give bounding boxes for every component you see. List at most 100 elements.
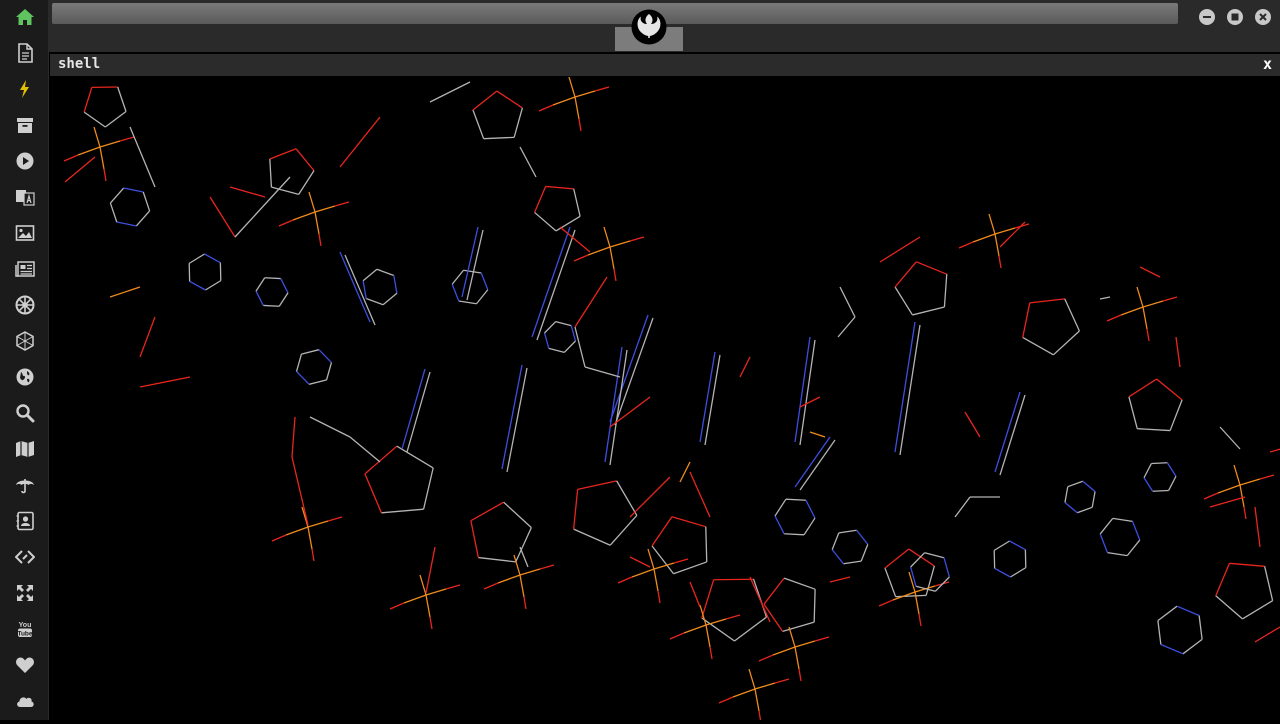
- bond-line: [726, 615, 740, 619]
- bond-line: [610, 241, 630, 247]
- bond-line: [484, 137, 515, 138]
- bond-line: [789, 627, 795, 647]
- bond-line: [556, 216, 580, 231]
- bond-line: [775, 679, 789, 683]
- code-icon[interactable]: [12, 544, 38, 570]
- bond-line: [315, 212, 319, 234]
- bond-line: [309, 192, 315, 212]
- play-icon[interactable]: [12, 148, 38, 174]
- bond-line: [764, 604, 783, 631]
- bond-line: [1242, 601, 1272, 619]
- bond-line: [1147, 329, 1149, 341]
- bond-line: [94, 127, 100, 147]
- search-icon[interactable]: [12, 400, 38, 426]
- globe-icon[interactable]: [12, 364, 38, 390]
- bond-line: [885, 568, 896, 597]
- contact-card-icon[interactable]: [12, 508, 38, 534]
- bond-line: [537, 230, 575, 340]
- expand-icon[interactable]: [12, 580, 38, 606]
- bond-line: [1113, 518, 1133, 521]
- bond-line: [916, 262, 946, 274]
- bond-line: [1270, 445, 1280, 452]
- bond-line: [995, 568, 1011, 577]
- bond-line: [545, 322, 556, 333]
- bond-line: [1127, 540, 1140, 556]
- document-icon[interactable]: [12, 40, 38, 66]
- bond-line: [595, 87, 609, 91]
- bond-line: [1137, 287, 1143, 307]
- minimize-icon[interactable]: [1199, 9, 1215, 25]
- lightning-icon[interactable]: [12, 76, 38, 102]
- bond-line: [143, 192, 149, 211]
- bond-line: [880, 237, 920, 262]
- bond-line: [830, 577, 850, 582]
- bond-line: [895, 287, 912, 315]
- bond-line: [272, 535, 286, 541]
- address-bar[interactable]: [52, 3, 1178, 24]
- newspaper-icon[interactable]: [12, 256, 38, 282]
- bond-line: [1170, 400, 1182, 431]
- bond-line: [120, 137, 134, 141]
- molecule-viewer[interactable]: [50, 77, 1280, 720]
- bond-line: [843, 561, 861, 564]
- bond-line: [293, 212, 315, 220]
- bond-line: [579, 119, 581, 131]
- youtube-icon[interactable]: YouTube: [12, 616, 38, 642]
- bond-line: [502, 365, 522, 469]
- bond-line: [1030, 299, 1065, 303]
- bond-line: [1216, 596, 1243, 619]
- empire-icon[interactable]: [12, 292, 38, 318]
- translate-icon[interactable]: [12, 184, 38, 210]
- bond-line: [944, 274, 946, 307]
- cloud-icon[interactable]: [12, 688, 38, 714]
- shell-close-button[interactable]: x: [1263, 55, 1272, 73]
- hexagon-icon[interactable]: [12, 328, 38, 354]
- bond-line: [104, 169, 106, 181]
- bond-line: [690, 472, 710, 517]
- bond-line: [190, 281, 206, 290]
- bond-line: [995, 228, 1015, 234]
- bond-line: [574, 255, 588, 261]
- bond-line: [734, 617, 766, 641]
- archive-icon[interactable]: [12, 112, 38, 138]
- bond-line: [759, 711, 761, 720]
- bond-line: [1023, 337, 1054, 354]
- bond-line: [935, 577, 949, 591]
- bond-line: [463, 270, 481, 273]
- umbrella-icon[interactable]: [12, 472, 38, 498]
- bond-line: [308, 527, 312, 549]
- home-icon[interactable]: [12, 4, 38, 30]
- bond-line: [520, 575, 524, 597]
- bond-line: [1100, 518, 1113, 534]
- bond-line: [1218, 485, 1240, 493]
- bond-line: [574, 529, 611, 545]
- bond-line: [588, 247, 610, 255]
- bond-line: [719, 697, 733, 703]
- bond-line: [814, 589, 815, 622]
- bond-line: [1000, 395, 1025, 475]
- image-icon[interactable]: [12, 220, 38, 246]
- maximize-icon[interactable]: [1227, 9, 1243, 25]
- bond-line: [64, 155, 78, 161]
- bond-line: [130, 127, 155, 187]
- bond-line: [670, 633, 684, 639]
- bond-line: [1158, 606, 1177, 620]
- bond-line: [256, 291, 263, 305]
- bond-line: [459, 301, 477, 304]
- bond-line: [210, 197, 235, 237]
- bond-line: [674, 562, 707, 574]
- heart-icon[interactable]: [12, 652, 38, 678]
- map-icon[interactable]: [12, 436, 38, 462]
- svg-text:You: You: [19, 622, 32, 629]
- bond-line: [672, 517, 706, 527]
- bond-line: [540, 565, 554, 569]
- bond-line: [1143, 301, 1163, 307]
- bond-line: [575, 327, 585, 367]
- bond-line: [1065, 299, 1080, 331]
- bond-line: [319, 350, 332, 363]
- bond-line: [394, 275, 397, 293]
- bond-line: [1023, 303, 1030, 338]
- bond-line: [473, 91, 497, 110]
- bond-line: [832, 533, 839, 550]
- close-icon[interactable]: [1255, 9, 1271, 25]
